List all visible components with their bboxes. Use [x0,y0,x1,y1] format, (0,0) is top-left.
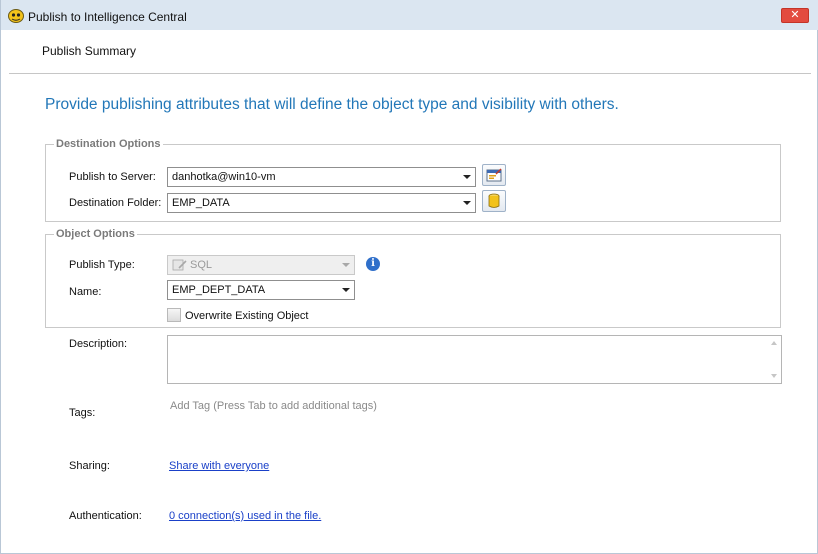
intro-text: Provide publishing attributes that will … [45,96,619,113]
section-header: Publish Summary [42,44,137,58]
publish-type-value: SQL [190,259,213,271]
scroll-up-icon[interactable] [771,341,777,345]
browse-folder-button[interactable] [482,190,506,212]
object-options-legend: Object Options [54,228,137,240]
sharing-label: Sharing: [69,460,110,472]
sql-edit-icon [172,259,187,271]
connect-server-button[interactable] [482,164,506,186]
publish-dialog: Publish to Intelligence Central ✕ Publis… [0,0,818,554]
folder-label: Destination Folder: [69,197,162,209]
object-options-group [45,234,781,328]
server-value: danhotka@win10-vm [172,171,276,183]
description-label: Description: [69,338,128,350]
overwrite-label[interactable]: Overwrite Existing Object [185,310,308,322]
destination-options-legend: Destination Options [54,138,163,150]
chevron-down-icon[interactable] [463,201,471,205]
publish-type-label: Publish Type: [69,259,135,271]
folder-value: EMP_DATA [172,197,230,209]
name-label: Name: [69,286,102,298]
connections-link[interactable]: 0 connection(s) used in the file. [169,510,321,522]
chevron-down-icon [342,263,350,267]
server-label: Publish to Server: [69,171,156,183]
overwrite-checkbox[interactable] [167,308,181,322]
header-divider [9,73,811,74]
close-button[interactable]: ✕ [781,8,809,23]
share-everyone-link[interactable]: Share with everyone [169,460,269,472]
database-icon [488,193,500,208]
window-title: Publish to Intelligence Central [28,10,187,24]
tags-label: Tags: [69,407,96,419]
description-input[interactable] [167,335,782,384]
authentication-label: Authentication: [69,510,142,522]
info-icon[interactable]: i [366,257,380,271]
chevron-down-icon[interactable] [463,175,471,179]
name-value: EMP_DEPT_DATA [172,284,266,296]
tags-input[interactable]: Add Tag (Press Tab to add additional tag… [170,400,377,412]
server-dropdown[interactable]: danhotka@win10-vm [167,167,476,187]
publish-type-dropdown: SQL [167,255,355,275]
scroll-down-icon[interactable] [771,374,777,378]
chevron-down-icon[interactable] [342,288,350,292]
name-dropdown[interactable]: EMP_DEPT_DATA [167,280,355,300]
folder-dropdown[interactable]: EMP_DATA [167,193,476,213]
server-login-icon [486,168,502,182]
title-bar: Publish to Intelligence Central ✕ [1,0,818,30]
app-logo-icon [8,9,24,23]
